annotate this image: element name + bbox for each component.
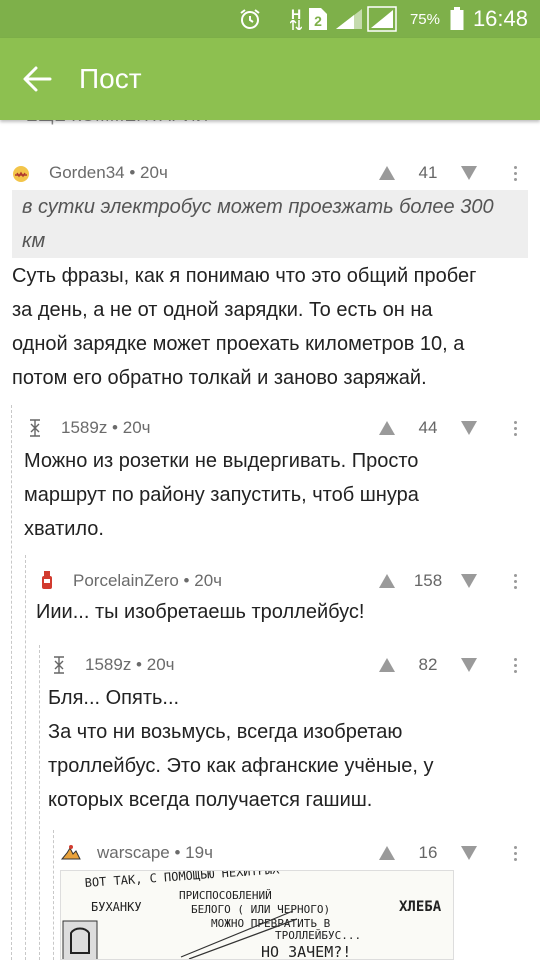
more-options-icon[interactable]: [509, 162, 521, 184]
upvote-icon[interactable]: [378, 165, 396, 181]
comment-age: 20ч: [140, 163, 168, 182]
text-line: за день, а не от одной зарядки. То есть …: [12, 299, 433, 321]
image-caption-line: ПРИСПОСОБЛЕНИЙ: [179, 889, 272, 902]
text-line: одной зарядке может проехать километров …: [12, 333, 465, 355]
avatar[interactable]: [48, 654, 70, 676]
more-options-icon[interactable]: [509, 842, 521, 864]
comment: PorcelainZero • 20ч 158 Иии... ты изобре…: [0, 568, 540, 638]
alarm-icon: [238, 0, 262, 38]
more-options-icon[interactable]: [509, 570, 521, 592]
back-arrow-icon[interactable]: [20, 62, 54, 96]
network-type-indicator: H: [290, 0, 302, 38]
image-caption-line: БУХАНКУ: [91, 900, 142, 914]
comment: 1589z • 20ч 82 Бля... Опять... За что ни…: [0, 652, 540, 822]
bread-sketch: [62, 920, 98, 959]
comment-text: Иии... ты изобретаешь троллейбус!: [36, 595, 532, 629]
text-line: потом его обратно толкай и заново заряжа…: [12, 367, 427, 389]
text-line: Бля... Опять...: [48, 687, 180, 709]
comment-author[interactable]: warscape • 19ч: [97, 843, 213, 863]
comment-author[interactable]: 1589z • 20ч: [85, 655, 175, 675]
text-line: троллейбус. Это как афганские учёные, у: [48, 755, 434, 777]
text-line: Иии... ты изобретаешь троллейбус!: [36, 601, 365, 623]
signal-icon: [334, 0, 364, 38]
comment: 1589z • 20ч 44 Можно из розетки не выдер…: [0, 415, 540, 545]
text-line: которых всегда получается гашиш.: [48, 789, 373, 811]
image-caption-line: ХЛЕБА: [399, 899, 442, 915]
downvote-icon[interactable]: [460, 165, 478, 181]
comment-header: 1589z • 20ч 44: [0, 415, 540, 443]
battery-icon: [450, 0, 464, 38]
more-options-icon[interactable]: [509, 417, 521, 439]
comment: warscape • 19ч 16 ВОТ ТАК, С ПОМОЩЬЮ НЕХ…: [0, 840, 540, 960]
comment-text: Суть фразы, как я понимаю что это общий …: [12, 259, 532, 395]
network-type-label: H: [290, 6, 302, 22]
comment-rating: 82: [418, 655, 438, 674]
quote-line: км: [22, 230, 46, 252]
comment: Gorden34 • 20ч 41 в сутки электробус мож…: [0, 160, 540, 400]
text-line: Можно из розетки не выдергивать. Просто: [24, 450, 419, 472]
app-bar: Пост: [0, 38, 540, 120]
avatar[interactable]: [36, 570, 58, 592]
comment-rating: 41: [418, 163, 438, 182]
comment-age: 19ч: [185, 843, 213, 862]
author-name[interactable]: 1589z: [61, 418, 107, 437]
upvote-icon[interactable]: [378, 573, 396, 589]
page-title: Пост: [79, 63, 142, 94]
comment-rating: 44: [418, 418, 438, 437]
comment-rating: 158: [413, 571, 443, 590]
downvote-icon[interactable]: [460, 845, 478, 861]
downvote-icon[interactable]: [460, 657, 478, 673]
battery-percent: 75%: [409, 10, 440, 28]
comment-age: 20ч: [194, 571, 223, 590]
sim-icon: 2: [308, 0, 328, 38]
avatar[interactable]: [24, 417, 46, 439]
status-bar: H 2 75% 16:48: [0, 0, 540, 38]
comment-author[interactable]: 1589z • 20ч: [61, 418, 151, 438]
sim-number: 2: [314, 13, 322, 29]
image-caption-line: ТРОЛЛЕЙБУС...: [275, 929, 361, 942]
quote-line: в сутки электробус может проезжать более…: [22, 196, 494, 218]
upvote-icon[interactable]: [378, 845, 396, 861]
text-line: маршрут по району запустить, чтоб шнура: [24, 484, 419, 506]
comment-author[interactable]: PorcelainZero • 20ч: [73, 571, 222, 591]
comment-rating: 16: [418, 843, 438, 862]
comment-image[interactable]: ВОТ ТАК, С ПОМОЩЬЮ НЕХИТРЫХ ПРИСПОСОБЛЕН…: [60, 870, 454, 960]
clock: 16:48: [472, 6, 528, 31]
comment-header: Gorden34 • 20ч 41: [0, 160, 540, 188]
author-name[interactable]: PorcelainZero: [73, 571, 179, 590]
comment-quote: в сутки электробус может проезжать более…: [12, 190, 528, 258]
author-name[interactable]: warscape: [97, 843, 170, 862]
downvote-icon[interactable]: [460, 420, 478, 436]
author-name[interactable]: Gorden34: [49, 163, 125, 182]
upvote-icon[interactable]: [378, 420, 396, 436]
comment-header: PorcelainZero • 20ч 158: [0, 568, 540, 596]
more-options-icon[interactable]: [509, 654, 521, 676]
comment-age: 20ч: [146, 655, 175, 674]
downvote-icon[interactable]: [460, 573, 478, 589]
text-line: Суть фразы, как я понимаю что это общий …: [12, 265, 477, 287]
comment-header: 1589z • 20ч 82: [0, 652, 540, 680]
comment-age: 20ч: [122, 418, 151, 437]
image-caption-line: НО ЗАЧЕМ?!: [261, 943, 351, 960]
text-line: За что ни возьмусь, всегда изобретаю: [48, 721, 403, 743]
image-caption-line: ВОТ ТАК, С ПОМОЩЬЮ НЕХИТРЫХ: [84, 871, 280, 890]
comment-author[interactable]: Gorden34 • 20ч: [49, 163, 168, 183]
comment-header: warscape • 19ч 16: [0, 840, 540, 868]
upvote-icon[interactable]: [378, 657, 396, 673]
comment-text: Можно из розетки не выдергивать. Просто …: [24, 444, 534, 546]
avatar[interactable]: [60, 842, 82, 864]
image-caption-line: БЕЛОГО ( ИЛИ ЧЕРНОГО): [191, 903, 330, 916]
text-line: хватило.: [24, 518, 104, 540]
comment-text: Бля... Опять... За что ни возьмусь, всег…: [48, 681, 534, 817]
author-name[interactable]: 1589z: [85, 655, 131, 674]
signal-icon-2: [367, 0, 397, 38]
avatar[interactable]: [10, 162, 32, 184]
